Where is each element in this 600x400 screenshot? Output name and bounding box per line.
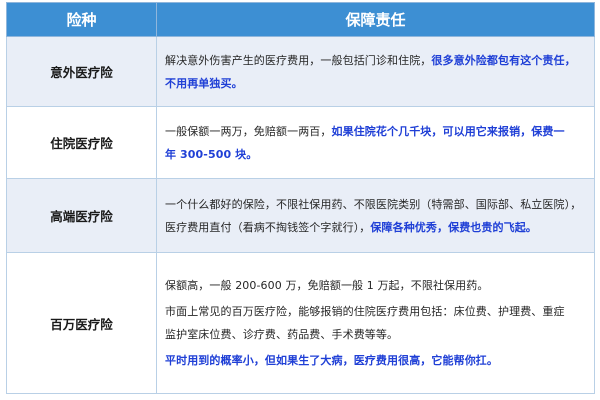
table-row: 百万医疗险 保额高，一般 200-600 万，免赔额一般 1 万起，不限社保用药… — [6, 252, 595, 394]
desc-highlight: 平时用到的概率小，但如果生了大病，医疗费用很高，它能帮你扛。 — [165, 354, 498, 367]
desc-text: 市面上常见的百万医疗险，能够报销的住院医疗费用包括：床位费、护理费、重症 — [165, 305, 565, 318]
insurance-comparison-table-container: 险种 保障责任 意外医疗险 解决意外伤害产生的医疗费用，一般包括门诊和住院，很多… — [6, 2, 595, 394]
desc-text: 医疗费用直付（看病不掏钱签个字就行）， — [165, 220, 371, 234]
row-desc-million-medical: 保额高，一般 200-600 万，免赔额一般 1 万起，不限社保用药。 市面上常… — [156, 252, 595, 394]
row-desc-accident-medical: 解决意外伤害产生的医疗费用，一般包括门诊和住院，很多意外险都包有这个责任， 不用… — [156, 36, 595, 107]
desc-text: 解决意外伤害产生的医疗费用，一般包括门诊和住院， — [165, 53, 432, 67]
row-desc-high-end-medical: 一个什么都好的保险，不限社保用药、不限医院类别（特需部、国际部、私立医院）， 医… — [156, 178, 595, 253]
table-row: 住院医疗险 一般保额一两万，免赔额一两百，如果住院花个几千块，可以用它来报销，保… — [6, 106, 595, 179]
desc-highlight: 很多意外险都包有这个责任， — [431, 53, 576, 67]
desc-text: 保额高，一般 200-600 万，免赔额一般 1 万起，不限社保用药。 — [165, 279, 489, 292]
desc-highlight: 不用再单独买。 — [165, 76, 243, 90]
desc-highlight: 如果住院花个几千块，可以用它来报销，保费一 — [331, 124, 565, 138]
desc-text: 一个什么都好的保险，不限社保用药、不限医院类别（特需部、国际部、私立医院）， — [165, 197, 582, 211]
row-name-million-medical: 百万医疗险 — [6, 252, 157, 394]
desc-highlight: 保障各种优秀，保费也贵的飞起。 — [370, 220, 537, 234]
row-desc-hospital-medical: 一般保额一两万，免赔额一两百，如果住院花个几千块，可以用它来报销，保费一 年 3… — [156, 106, 595, 179]
insurance-comparison-table: 险种 保障责任 意外医疗险 解决意外伤害产生的医疗费用，一般包括门诊和住院，很多… — [6, 2, 595, 394]
desc-text: 一般保额一两万，免赔额一两百， — [165, 124, 332, 138]
desc-highlight: 年 300-500 块。 — [165, 147, 258, 161]
header-coverage: 保障责任 — [156, 2, 595, 37]
table-row: 意外医疗险 解决意外伤害产生的医疗费用，一般包括门诊和住院，很多意外险都包有这个… — [6, 36, 595, 107]
desc-text: 监护室床位费、诊疗费、药品费、手术费等等。 — [165, 328, 399, 341]
table-header-row: 险种 保障责任 — [6, 2, 595, 37]
header-insurance-type: 险种 — [6, 2, 157, 37]
row-name-accident-medical: 意外医疗险 — [6, 36, 157, 107]
row-name-hospital-medical: 住院医疗险 — [6, 106, 157, 179]
table-row: 高端医疗险 一个什么都好的保险，不限社保用药、不限医院类别（特需部、国际部、私立… — [6, 178, 595, 253]
row-name-high-end-medical: 高端医疗险 — [6, 178, 157, 253]
